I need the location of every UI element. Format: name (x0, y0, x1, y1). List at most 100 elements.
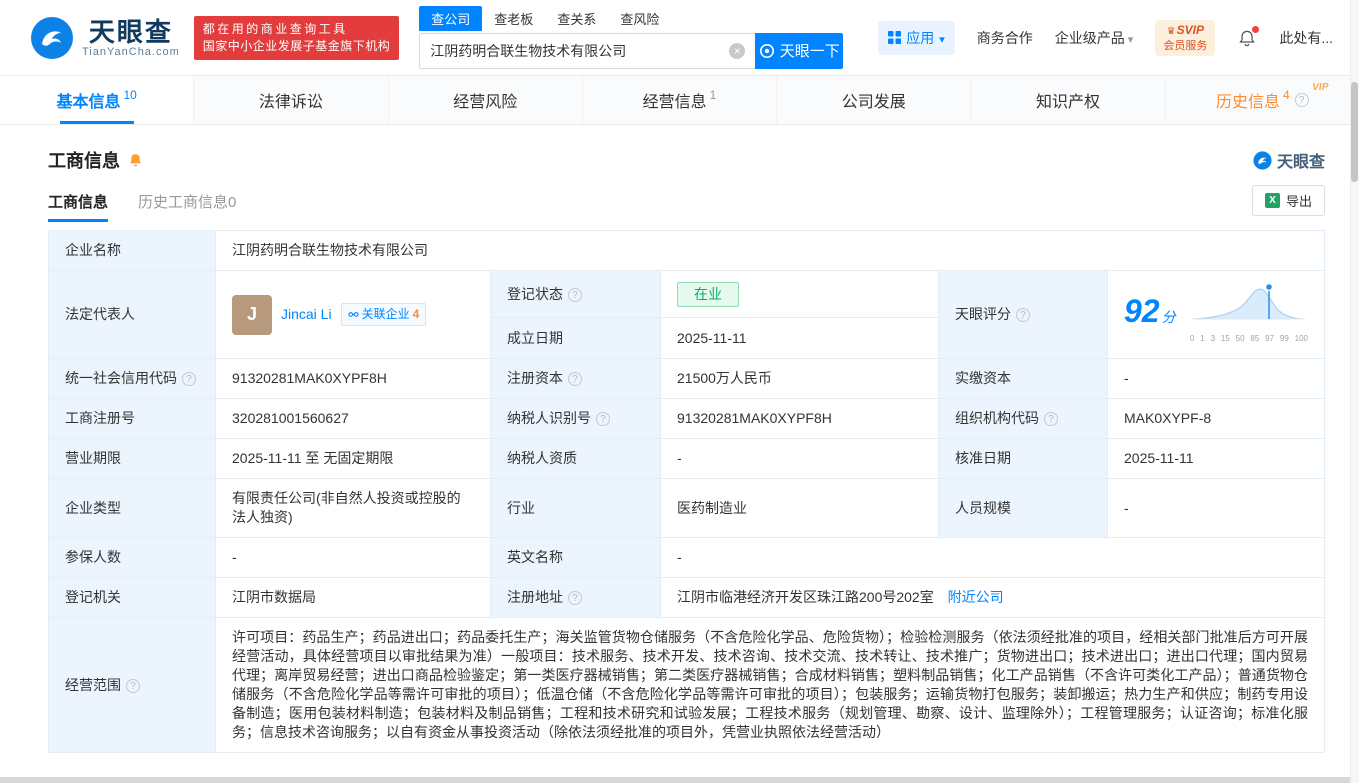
tab-business-info[interactable]: 工商信息 (48, 191, 108, 222)
label-taxpayer-quality: 纳税人资质 (491, 439, 661, 479)
bottom-edge (0, 777, 1359, 783)
value-paid-capital: - (1108, 359, 1325, 399)
tab-history-business-info[interactable]: 历史工商信息0 (138, 191, 236, 222)
nav-tab-label: 公司发展 (842, 88, 906, 112)
export-label: 导出 (1286, 191, 1312, 210)
nav-tab-label: 知识产权 (1036, 88, 1100, 112)
search-input[interactable] (419, 33, 755, 69)
scrollbar-thumb[interactable] (1351, 82, 1358, 182)
notification-bell[interactable] (1237, 28, 1257, 48)
label-business-scope: 经营范围 (49, 618, 216, 753)
nav-tab-label: 经营风险 (453, 88, 517, 112)
value-term: 2025-11-11 至 无固定期限 (216, 439, 491, 479)
alarm-bell-icon[interactable] (127, 152, 144, 169)
search-tab-risk[interactable]: 查风险 (608, 6, 671, 31)
clear-icon[interactable] (729, 43, 745, 59)
nav-tab-operation-risk[interactable]: 经营风险 (388, 76, 582, 124)
search-tab-boss[interactable]: 查老板 (482, 6, 545, 31)
label-taxpayer-id: 纳税人识别号 (491, 399, 661, 439)
legal-rep-link[interactable]: Jincai Li (281, 305, 332, 324)
related-companies-badge[interactable]: 关联企业 4 (341, 303, 427, 326)
top-header: 天眼查 TianYanCha.com 都在用的商业查询工具 国家中小企业发展子基… (0, 0, 1359, 76)
menu-more[interactable]: 此处有... (1279, 28, 1333, 48)
svip-badge[interactable]: SVIP 会员服务 (1155, 20, 1215, 56)
value-legal-rep: J Jincai Li 关联企业 4 (216, 271, 491, 359)
help-icon[interactable] (568, 288, 582, 302)
related-label: 关联企业 (362, 305, 410, 324)
link-icon (348, 309, 359, 320)
search-button[interactable]: 天眼一下 (755, 33, 843, 69)
export-button[interactable]: 导出 (1252, 185, 1325, 216)
label-reg-status: 登记状态 (491, 271, 661, 318)
value-address: 江阴市临港经济开发区珠江路200号202室 附近公司 (661, 578, 1325, 618)
nav-tab-label: 基本信息 (56, 88, 120, 112)
nav-tab-count: 10 (123, 88, 136, 102)
label-term: 营业期限 (49, 439, 216, 479)
value-established: 2025-11-11 (661, 318, 939, 359)
nav-tab-label: 经营信息 (643, 88, 707, 112)
value-staff-size: - (1108, 479, 1325, 538)
help-icon[interactable] (596, 412, 610, 426)
label-address: 注册地址 (491, 578, 661, 618)
value-authority: 江阴市数据局 (216, 578, 491, 618)
menu-enterprise[interactable]: 企业级产品 (1055, 28, 1134, 48)
value-taxpayer-quality: - (661, 439, 939, 479)
label-en-name: 英文名称 (491, 538, 661, 578)
table-row: 经营范围 许可项目：药品生产；药品进出口；药品委托生产；海关监管货物仓储服务（不… (49, 618, 1325, 753)
table-row: 工商注册号 320281001560627 纳税人识别号 91320281MAK… (49, 399, 1325, 439)
table-row: 企业名称 江阴药明合联生物技术有限公司 (49, 231, 1325, 271)
value-company-type: 有限责任公司(非自然人投资或控股的法人独资) (216, 479, 491, 538)
help-icon[interactable] (568, 372, 582, 386)
page-title: 工商信息 (48, 147, 120, 173)
search-area: 查公司 查老板 查关系 查风险 天眼一下 (419, 7, 843, 69)
chevron-down-icon (1128, 30, 1134, 46)
header-menu: 应用 商务合作 企业级产品 SVIP 会员服务 此处有... (878, 20, 1333, 56)
nav-tab-operation-info[interactable]: 经营信息 1 (582, 76, 776, 124)
avatar[interactable]: J (232, 295, 272, 335)
help-icon[interactable] (126, 679, 140, 693)
value-company-name: 江阴药明合联生物技术有限公司 (216, 231, 1325, 271)
search-tab-relation[interactable]: 查关系 (545, 6, 608, 31)
menu-cooperation[interactable]: 商务合作 (977, 28, 1033, 48)
apps-menu-label: 应用 (906, 28, 934, 48)
value-reg-status: 在业 (661, 271, 939, 318)
value-insured: - (216, 538, 491, 578)
section-nav: 基本信息 10 法律诉讼 经营风险 经营信息 1 公司发展 知识产权 VIP 历… (0, 76, 1359, 125)
related-count: 4 (413, 305, 420, 324)
excel-icon (1265, 193, 1280, 208)
vertical-scrollbar[interactable] (1350, 0, 1359, 783)
label-uscc: 统一社会信用代码 (49, 359, 216, 399)
help-icon[interactable] (568, 591, 582, 605)
chevron-down-icon (939, 30, 945, 46)
help-icon[interactable] (1016, 308, 1030, 322)
watermark-text: 天眼查 (1277, 148, 1325, 172)
label-legal-rep: 法定代表人 (49, 271, 216, 359)
nav-tab-development[interactable]: 公司发展 (776, 76, 970, 124)
watermark-logo: 天眼查 (1253, 148, 1325, 172)
label-reg-no: 工商注册号 (49, 399, 216, 439)
search-tab-company[interactable]: 查公司 (419, 6, 482, 31)
site-logo[interactable]: 天眼查 TianYanCha.com (30, 16, 180, 60)
svip-subtitle: 会员服务 (1163, 39, 1207, 53)
nav-tab-history[interactable]: VIP 历史信息 4 (1165, 76, 1359, 124)
nav-tab-legal[interactable]: 法律诉讼 (193, 76, 387, 124)
nav-tab-basic-info[interactable]: 基本信息 10 (0, 76, 193, 124)
label-company-type: 企业类型 (49, 479, 216, 538)
tianyancha-logo-icon (30, 16, 74, 60)
business-info-table: 企业名称 江阴药明合联生物技术有限公司 法定代表人 J Jincai Li (48, 230, 1325, 753)
help-icon[interactable] (1295, 93, 1309, 107)
nav-tab-ip[interactable]: 知识产权 (970, 76, 1164, 124)
help-icon[interactable] (182, 372, 196, 386)
subtabs: 工商信息 历史工商信息0 (48, 191, 236, 222)
label-reg-capital: 注册资本 (491, 359, 661, 399)
value-taxpayer-id: 91320281MAK0XYPF8H (661, 399, 939, 439)
apps-menu[interactable]: 应用 (878, 21, 955, 55)
nearby-companies-link[interactable]: 附近公司 (948, 589, 1004, 605)
help-icon[interactable] (1044, 412, 1058, 426)
logo-domain: TianYanCha.com (82, 46, 180, 58)
logo-text: 天眼查 (89, 18, 173, 46)
label-company-name: 企业名称 (49, 231, 216, 271)
label-org-code: 组织机构代码 (939, 399, 1108, 439)
score-axis-ticks: 0131550859799100 (1190, 329, 1308, 348)
score-value: 92分 (1124, 302, 1176, 327)
